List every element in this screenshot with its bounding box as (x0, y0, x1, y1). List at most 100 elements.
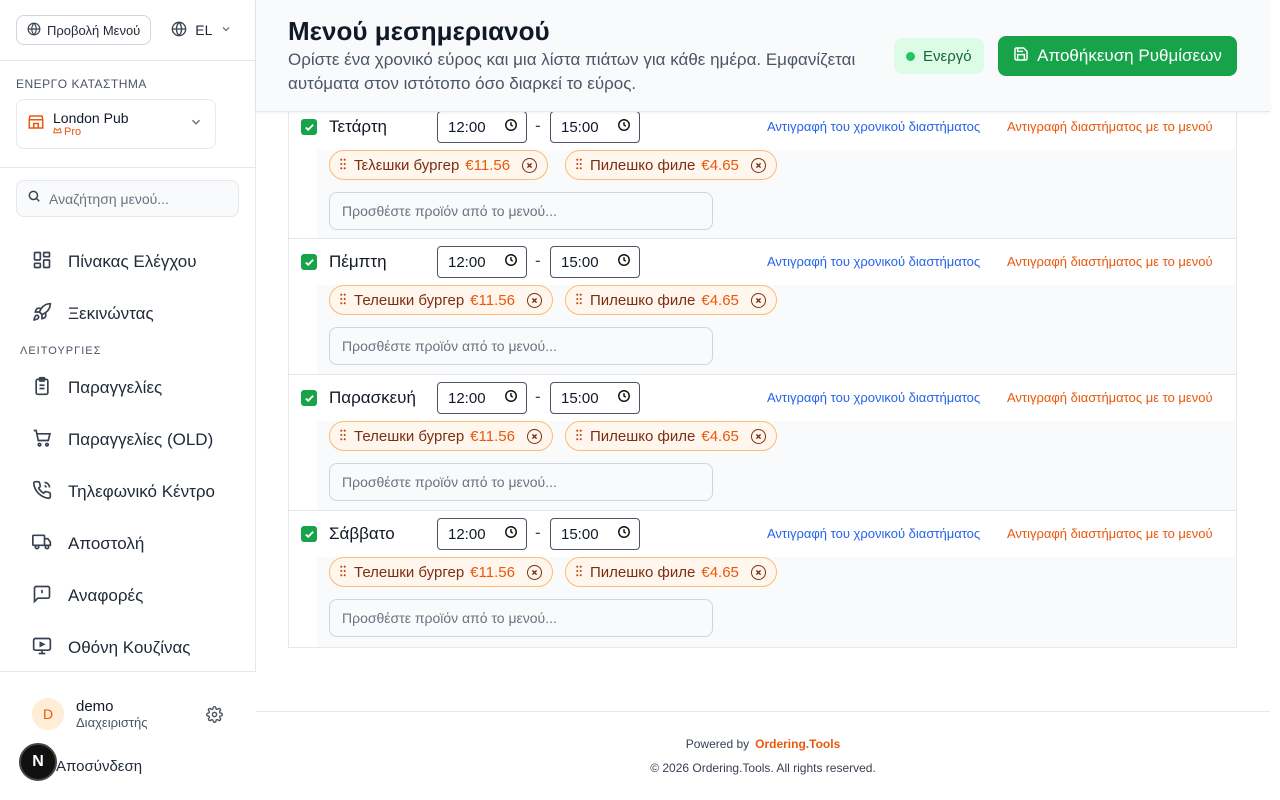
clipboard-icon (32, 376, 52, 401)
drag-handle-icon[interactable] (574, 428, 584, 445)
store-name: London Pub (53, 110, 129, 126)
menu-item-name: Пилешко филе (590, 156, 696, 174)
globe-icon (27, 22, 41, 39)
time-to-input[interactable]: 15:00 (550, 518, 640, 550)
status-badge: Ενεργό (894, 38, 984, 74)
add-product-input[interactable] (329, 463, 713, 501)
menu-item-price: €4.65 (701, 291, 739, 309)
brand-link[interactable]: Ordering.Tools (755, 737, 840, 751)
remove-item-icon[interactable] (750, 428, 766, 444)
menu-item-chip[interactable]: Телешки бургер €11.56 (329, 421, 553, 451)
drag-handle-icon[interactable] (338, 428, 348, 445)
day-row: Παρασκευή 12:00 - 15:00 Αντιγραφή του χρ… (289, 375, 1236, 511)
menu-search-input[interactable] (49, 190, 229, 207)
globe-icon (171, 21, 187, 40)
day-row: Τετάρτη 12:00 - 15:00 Αντιγραφή του χρον… (289, 104, 1236, 239)
save-settings-button[interactable]: Αποθήκευση Ρυθμίσεων (998, 36, 1237, 76)
store-selector[interactable]: London Pub Pro (16, 99, 216, 149)
drag-handle-icon[interactable] (338, 564, 348, 581)
menu-item-chip[interactable]: Телешки бургер €11.56 (329, 285, 553, 315)
store-icon (27, 113, 45, 136)
remove-item-icon[interactable] (750, 564, 766, 580)
drag-handle-icon[interactable] (338, 157, 348, 174)
time-to-input[interactable]: 15:00 (550, 246, 640, 278)
nav-section-label: ΛΕΙΤΟΥΡΓΙΕΣ (20, 345, 102, 357)
app-corner-badge[interactable]: N (19, 743, 57, 781)
time-to-input[interactable]: 15:00 (550, 382, 640, 414)
time-from-value: 12:00 (448, 253, 486, 271)
time-to-value: 15:00 (561, 118, 599, 136)
sidebar-item-label: Οθόνη Κουζίνας (68, 638, 191, 657)
sidebar-item-call-center[interactable]: Τηλεφωνικό Κέντρο (0, 466, 256, 518)
day-row: Πέμπτη 12:00 - 15:00 Αντιγραφή του χρονι… (289, 239, 1236, 375)
sidebar-item-kitchen-display[interactable]: Οθόνη Κουζίνας (0, 622, 256, 674)
time-from-input[interactable]: 12:00 (437, 518, 527, 550)
time-to-value: 15:00 (561, 389, 599, 407)
remove-item-icon[interactable] (522, 157, 538, 173)
day-menu-items: Телешки бургер €11.56 Пилешко филе €4.65 (317, 557, 1236, 647)
view-menu-button[interactable]: Προβολή Μενού (16, 15, 152, 45)
copy-time-link[interactable]: Αντιγραφή του χρονικού διαστήματος (767, 526, 980, 541)
drag-handle-icon[interactable] (574, 564, 584, 581)
copy-with-menu-link[interactable]: Αντιγραφή διαστήματος με το μενού (1007, 119, 1213, 134)
menu-item-chip[interactable]: Τελεшки бургер €11.56 (329, 150, 549, 180)
sidebar-item-orders-old[interactable]: Παραγγελίες (OLD) (0, 414, 256, 466)
day-enabled-checkbox[interactable] (301, 526, 317, 542)
add-product-input[interactable] (329, 599, 713, 637)
drag-handle-icon[interactable] (574, 157, 584, 174)
language-selector[interactable]: EL (167, 21, 236, 40)
add-product-input[interactable] (329, 192, 713, 230)
remove-item-icon[interactable] (526, 564, 542, 580)
sidebar-item-getting-started[interactable]: Ξεκινώντας (0, 288, 256, 340)
truck-icon (32, 532, 52, 557)
gear-icon[interactable] (206, 706, 223, 728)
copy-with-menu-link[interactable]: Αντιγραφή διαστήματος με το μενού (1007, 390, 1213, 405)
active-store-section: ΕΝΕΡΓΟ ΚΑΤΑΣΤΗΜΑ London Pub Pro (0, 61, 255, 168)
day-enabled-checkbox[interactable] (301, 254, 317, 270)
menu-item-price: €11.56 (470, 291, 515, 309)
remove-item-icon[interactable] (526, 292, 542, 308)
logout-button[interactable]: Αποσύνδεση (56, 758, 142, 775)
rocket-icon (32, 302, 52, 327)
day-header: Πέμπτη 12:00 - 15:00 Αντιγραφή του χρονι… (289, 239, 1236, 285)
sidebar-item-orders[interactable]: Παραγγελίες (0, 362, 256, 414)
menu-item-chip[interactable]: Пилешко филе €4.65 (565, 285, 777, 315)
day-schedule-list: Τετάρτη 12:00 - 15:00 Αντιγραφή του χρον… (288, 104, 1237, 648)
time-from-input[interactable]: 12:00 (437, 246, 527, 278)
menu-item-chip[interactable]: Пилешко филе €4.65 (565, 557, 777, 587)
menu-item-name: Телешки бургер (354, 563, 465, 581)
main-content: Μενού μεσημεριανού Ορίστε ένα χρονικό εύ… (256, 0, 1280, 800)
add-product-input[interactable] (329, 327, 713, 365)
user-profile[interactable]: D demo Διαχειριστής (32, 698, 148, 730)
copy-time-link[interactable]: Αντιγραφή του χρονικού διαστήματος (767, 254, 980, 269)
menu-item-price: €4.65 (701, 156, 739, 174)
menu-item-chip[interactable]: Пилешко филе €4.65 (565, 150, 777, 180)
day-enabled-checkbox[interactable] (301, 119, 317, 135)
remove-item-icon[interactable] (526, 428, 542, 444)
remove-item-icon[interactable] (750, 292, 766, 308)
page-title: Μενού μεσημεριανού (288, 16, 550, 46)
copy-time-link[interactable]: Αντιγραφή του χρονικού διαστήματος (767, 390, 980, 405)
menu-item-chip[interactable]: Телешки бургер €11.56 (329, 557, 553, 587)
copy-with-menu-link[interactable]: Αντιγραφή διαστήματος με το μενού (1007, 526, 1213, 541)
menu-item-chip[interactable]: Пилешко филе €4.65 (565, 421, 777, 451)
sidebar-top-bar: Προβολή Μενού EL (0, 0, 255, 61)
time-from-input[interactable]: 12:00 (437, 111, 527, 143)
drag-handle-icon[interactable] (338, 292, 348, 309)
day-enabled-checkbox[interactable] (301, 390, 317, 406)
time-to-input[interactable]: 15:00 (550, 111, 640, 143)
sidebar-item-reports[interactable]: Αναφορές (0, 570, 256, 622)
remove-item-icon[interactable] (750, 157, 766, 173)
copy-time-link[interactable]: Αντιγραφή του χρονικού διαστήματος (767, 119, 980, 134)
sidebar-item-delivery[interactable]: Αποστολή (0, 518, 256, 570)
copyright: © 2026 Ordering.Tools. All rights reserv… (650, 761, 876, 775)
sidebar-item-dashboard[interactable]: Πίνακας Ελέγχου (0, 236, 256, 288)
monitor-icon (32, 636, 52, 661)
menu-item-price: €11.56 (465, 156, 511, 174)
sidebar-item-label: Αποστολή (68, 534, 145, 553)
menu-item-price: €4.65 (701, 563, 739, 581)
drag-handle-icon[interactable] (574, 292, 584, 309)
copy-with-menu-link[interactable]: Αντιγραφή διαστήματος με το μενού (1007, 254, 1213, 269)
page-header: Μενού μεσημεριανού Ορίστε ένα χρονικό εύ… (256, 0, 1270, 112)
time-from-input[interactable]: 12:00 (437, 382, 527, 414)
